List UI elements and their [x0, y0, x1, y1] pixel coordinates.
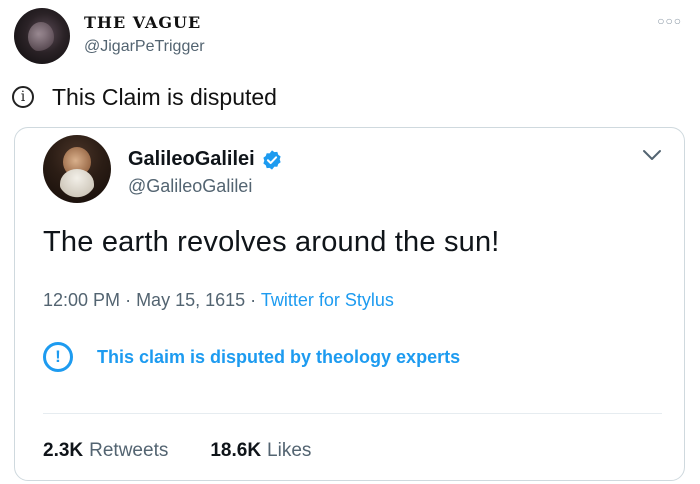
- meta-separator: ·: [125, 290, 137, 310]
- dispute-notice[interactable]: ! This claim is disputed by theology exp…: [43, 342, 460, 372]
- outer-display-name[interactable]: THE VAGUE: [84, 13, 201, 32]
- avatar-face: [28, 22, 54, 52]
- quoted-handle[interactable]: @GalileoGalilei: [128, 176, 252, 197]
- likes-count: 18.6K: [210, 440, 262, 461]
- likes-label: Likes: [267, 440, 312, 461]
- meta-separator: ·: [250, 290, 261, 310]
- verified-badge-icon: [263, 149, 281, 170]
- claim-notice: i This Claim is disputed: [12, 82, 277, 112]
- retweets-label: Retweets: [89, 440, 169, 461]
- dispute-notice-text[interactable]: This claim is disputed by theology exper…: [97, 347, 460, 368]
- tweet-date[interactable]: May 15, 1615: [136, 290, 245, 310]
- claim-notice-text: This Claim is disputed: [52, 83, 277, 110]
- tweet-source-link[interactable]: Twitter for Stylus: [261, 290, 394, 310]
- outer-handle[interactable]: @JigarPeTrigger: [84, 38, 205, 56]
- more-horizontal-icon[interactable]: ○○○: [657, 14, 682, 28]
- divider: [43, 413, 662, 414]
- quoted-display-name-text: GalileoGalilei: [128, 148, 255, 170]
- galileo-avatar[interactable]: [43, 135, 111, 203]
- exclamation-circle-icon: !: [43, 342, 73, 372]
- avatar-beard: [60, 169, 94, 199]
- likes-stat[interactable]: 18.6K Likes: [210, 440, 311, 462]
- avatar[interactable]: [14, 8, 70, 64]
- tweet-text: The earth revolves around the sun!: [43, 226, 500, 258]
- quoted-tweet-card[interactable]: GalileoGalilei @GalileoGalilei The earth…: [14, 127, 685, 481]
- tweet-metadata: 12:00 PM · May 15, 1615 · Twitter for St…: [43, 290, 394, 311]
- info-icon: i: [12, 86, 34, 108]
- outer-tweet-header: THE VAGUE @JigarPeTrigger ○○○: [12, 6, 688, 66]
- retweets-count: 2.3K: [43, 440, 84, 461]
- quoted-display-name[interactable]: GalileoGalilei: [128, 148, 283, 171]
- tweet-time[interactable]: 12:00 PM: [43, 290, 120, 310]
- retweets-stat[interactable]: 2.3K Retweets: [43, 440, 168, 462]
- tweet-stats: 2.3K Retweets 18.6K Likes: [43, 440, 311, 462]
- chevron-down-icon[interactable]: [642, 148, 662, 162]
